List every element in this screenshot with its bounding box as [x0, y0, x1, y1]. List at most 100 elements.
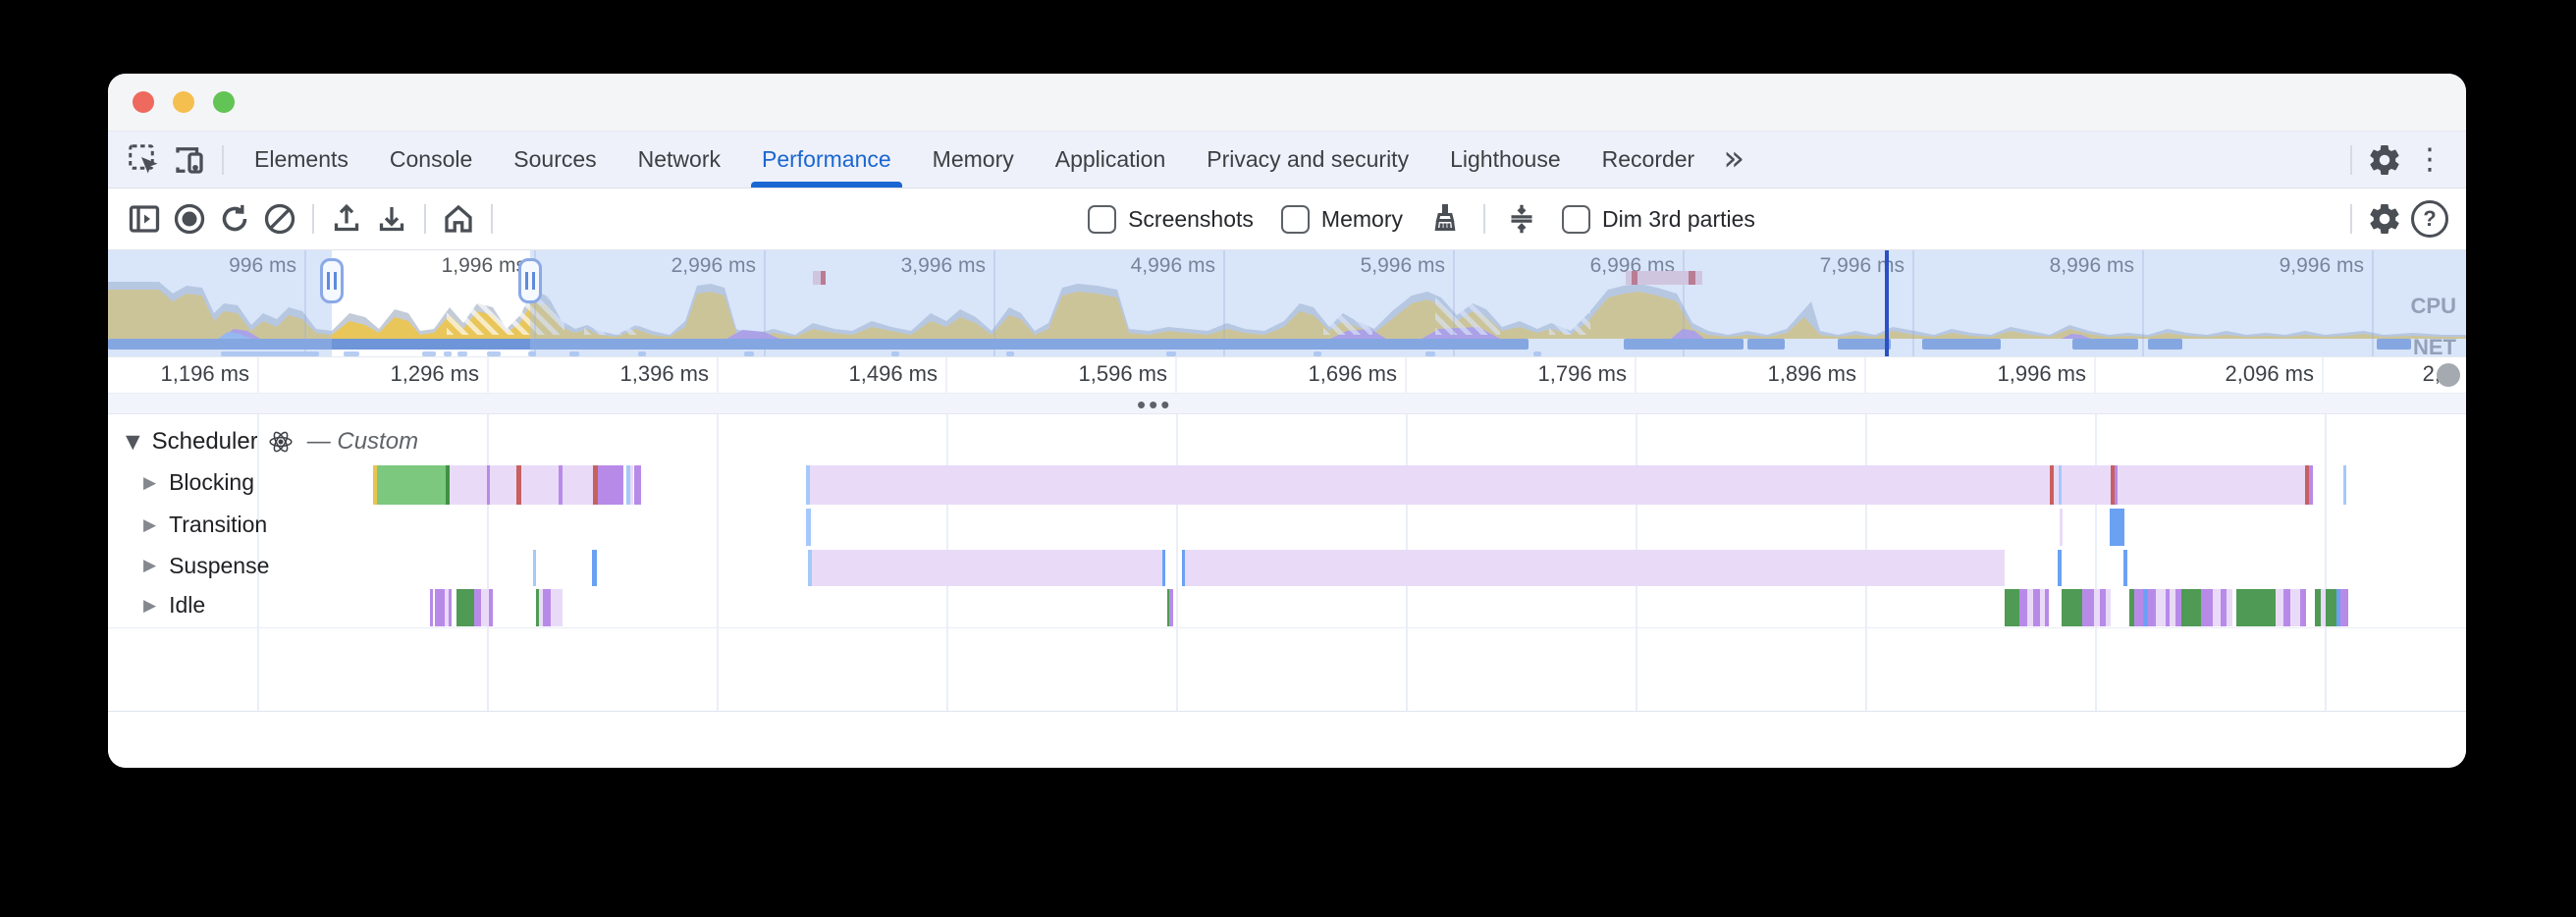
clear-icon[interactable] [257, 196, 302, 242]
timeline-event-segment[interactable] [543, 589, 551, 626]
timeline-event-segment[interactable] [2082, 589, 2094, 626]
timeline-event-segment[interactable] [2156, 589, 2166, 626]
panel-splitter[interactable]: ••• [108, 394, 2466, 414]
timeline-event-segment[interactable] [2236, 589, 2276, 626]
tab-performance[interactable]: Performance [741, 132, 912, 188]
timeline-event-segment[interactable] [2019, 589, 2027, 626]
timeline-event-segment[interactable] [377, 465, 446, 505]
timeline-event-segment[interactable] [516, 465, 521, 505]
capture-settings-gear-icon[interactable] [2362, 196, 2407, 242]
timeline-event-segment[interactable] [812, 550, 1162, 586]
scrollbar-thumb[interactable] [2437, 363, 2460, 387]
timeline-event-segment[interactable] [2227, 589, 2232, 626]
inspect-element-icon[interactable] [122, 137, 167, 183]
timeline-event-segment[interactable] [2115, 465, 2118, 505]
home-icon[interactable] [436, 196, 481, 242]
screenshots-checkbox[interactable]: Screenshots [1088, 205, 1254, 234]
track-lane-idle[interactable] [108, 589, 2466, 626]
timeline-event-segment[interactable] [2050, 465, 2054, 505]
timeline-event-segment[interactable] [456, 589, 474, 626]
save-profile-icon[interactable] [369, 196, 414, 242]
dim-3rd-parties-checkbox-box[interactable] [1562, 205, 1590, 234]
zoom-window-button[interactable] [213, 91, 235, 113]
timeline-event-segment[interactable] [2290, 589, 2300, 626]
tab-lighthouse[interactable]: Lighthouse [1429, 132, 1582, 188]
timeline-event-segment[interactable] [2033, 589, 2040, 626]
timeline-event-segment[interactable] [2213, 589, 2221, 626]
timeline-event-segment[interactable] [2059, 465, 2062, 505]
timeline-event-segment[interactable] [2062, 589, 2082, 626]
timeline-event-segment[interactable] [2123, 550, 2127, 586]
timeline-event-segment[interactable] [2005, 589, 2019, 626]
timeline-event-segment[interactable] [435, 589, 445, 626]
timeline-event-segment[interactable] [449, 589, 452, 626]
tab-recorder[interactable]: Recorder [1582, 132, 1716, 188]
timeline-event-segment[interactable] [2110, 509, 2124, 546]
more-tabs-icon[interactable]: » [1715, 145, 1752, 174]
tab-application[interactable]: Application [1035, 132, 1187, 188]
timeline-event-segment[interactable] [551, 589, 563, 626]
settings-gear-icon[interactable] [2362, 137, 2407, 183]
timeline-event-segment[interactable] [2106, 589, 2111, 626]
timeline-event-segment[interactable] [1185, 550, 2005, 586]
collapse-sections-icon[interactable] [1499, 196, 1544, 242]
tab-sources[interactable]: Sources [493, 132, 617, 188]
record-and-reload-icon[interactable] [212, 196, 257, 242]
timeline-event-segment[interactable] [2340, 589, 2348, 626]
collect-garbage-icon[interactable] [1422, 196, 1468, 242]
timeline-event-segment[interactable] [598, 465, 623, 505]
collapse-track-icon[interactable]: ▼ [126, 431, 140, 453]
memory-checkbox[interactable]: Memory [1281, 205, 1403, 234]
close-window-button[interactable] [133, 91, 154, 113]
timeline-event-segment[interactable] [481, 589, 489, 626]
timeline-event-segment[interactable] [806, 509, 811, 546]
device-toolbar-icon[interactable] [167, 137, 212, 183]
custom-tracks-canvas[interactable]: ▼ Scheduler — Custom ▶Blocking▶Transitio… [108, 414, 2466, 712]
tab-elements[interactable]: Elements [234, 132, 369, 188]
dim-3rd-parties-checkbox[interactable]: Dim 3rd parties [1562, 205, 1755, 234]
toggle-sidebar-icon[interactable] [122, 196, 167, 242]
kebab-menu-icon[interactable]: ⋮ [2407, 137, 2452, 183]
timeline-event-segment[interactable] [450, 465, 599, 505]
tab-network[interactable]: Network [617, 132, 741, 188]
tab-memory[interactable]: Memory [912, 132, 1035, 188]
timeline-event-segment[interactable] [592, 550, 597, 586]
timeline-event-segment[interactable] [474, 589, 481, 626]
help-icon[interactable]: ? [2407, 196, 2452, 242]
timeline-event-segment[interactable] [2201, 589, 2213, 626]
window-titlebar[interactable] [108, 74, 2466, 132]
timeline-event-segment[interactable] [2326, 589, 2336, 626]
timeline-event-segment[interactable] [2283, 589, 2290, 626]
scheduler-track-header[interactable]: ▼ Scheduler — Custom [126, 428, 418, 456]
timeline-event-segment[interactable] [2343, 465, 2346, 505]
timeline-event-segment[interactable] [2181, 589, 2201, 626]
timeline-event-segment[interactable] [630, 465, 633, 505]
screenshots-checkbox-box[interactable] [1088, 205, 1116, 234]
timeline-playhead[interactable] [1885, 250, 1889, 356]
selection-handle-right[interactable] [518, 258, 542, 303]
track-lane-suspense[interactable] [108, 550, 2466, 586]
timeline-overview[interactable]: CPU NET 996 ms1,996 ms2,996 ms3,996 ms4,… [108, 250, 2466, 357]
track-lane-blocking[interactable] [108, 465, 2466, 505]
timeline-event-segment[interactable] [533, 550, 536, 586]
timeline-event-segment[interactable] [430, 589, 433, 626]
timeline-event-segment[interactable] [2148, 589, 2156, 626]
timeline-event-segment[interactable] [2276, 589, 2283, 626]
timeline-event-segment[interactable] [2300, 589, 2306, 626]
memory-checkbox-box[interactable] [1281, 205, 1310, 234]
timeline-event-segment[interactable] [489, 589, 493, 626]
timeline-event-segment[interactable] [2045, 589, 2049, 626]
tab-privacy-and-security[interactable]: Privacy and security [1186, 132, 1429, 188]
selection-handle-left[interactable] [320, 258, 344, 303]
minimize-window-button[interactable] [173, 91, 194, 113]
timeline-event-segment[interactable] [559, 465, 563, 505]
timeline-event-segment[interactable] [2058, 550, 2062, 586]
timeline-event-segment[interactable] [2134, 589, 2143, 626]
tab-console[interactable]: Console [369, 132, 493, 188]
timeline-event-segment[interactable] [487, 465, 490, 505]
track-lane-transition[interactable] [108, 509, 2466, 546]
timeline-event-segment[interactable] [634, 465, 641, 505]
timeline-event-segment[interactable] [1162, 550, 1165, 586]
timeline-event-segment[interactable] [2060, 509, 2063, 546]
load-profile-icon[interactable] [324, 196, 369, 242]
